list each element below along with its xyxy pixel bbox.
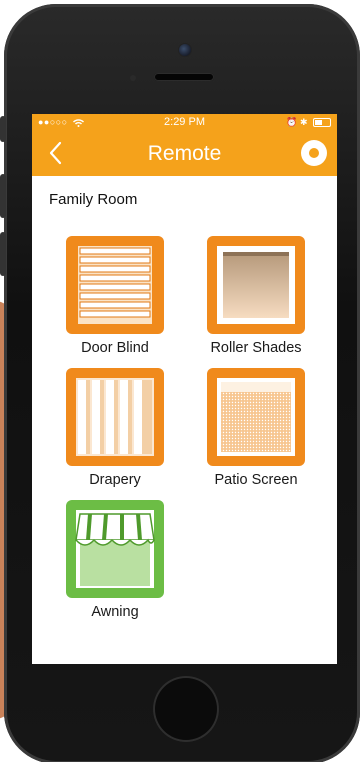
device-tile-drapery[interactable]: Drapery: [49, 368, 181, 488]
page-title: Remote: [147, 142, 222, 165]
device-tile-door-blind[interactable]: Door Blind: [49, 236, 181, 356]
circle-menu-icon: [309, 148, 319, 158]
nav-bar: Remote: [32, 132, 337, 176]
device-tile-roller-shades[interactable]: Roller Shades: [190, 236, 322, 356]
bluetooth-icon: ✱: [299, 117, 308, 127]
status-right: ⏰ ✱: [286, 117, 331, 128]
app-screen: ●●○○○ 2:29 PM ⏰ ✱ Remote Family Room Doo…: [32, 114, 337, 664]
device-label: Patio Screen: [214, 472, 298, 488]
device-tile-awning[interactable]: Awning: [49, 500, 181, 620]
door-blind-icon: [66, 236, 164, 334]
front-camera: [179, 44, 191, 56]
volume-down-button: [0, 232, 6, 276]
photo-stage: ●●○○○ 2:29 PM ⏰ ✱ Remote Family Room Doo…: [0, 0, 360, 762]
settings-button[interactable]: [301, 140, 327, 166]
home-button[interactable]: [153, 676, 219, 742]
proximity-sensor: [130, 75, 136, 81]
alarm-icon: ⏰: [286, 117, 298, 127]
device-tile-patio-screen[interactable]: Patio Screen: [190, 368, 322, 488]
patio-screen-icon: [207, 368, 305, 466]
earpiece-speaker: [154, 73, 214, 81]
device-label: Drapery: [89, 472, 141, 488]
device-label: Roller Shades: [210, 340, 302, 356]
awning-icon: [66, 500, 164, 598]
battery-icon: [313, 118, 331, 128]
device-label: Awning: [91, 604, 139, 620]
drapery-icon: [66, 368, 164, 466]
status-bar: ●●○○○ 2:29 PM ⏰ ✱: [32, 114, 337, 132]
mute-switch: [0, 116, 6, 142]
phone-body: ●●○○○ 2:29 PM ⏰ ✱ Remote Family Room Doo…: [0, 4, 360, 762]
volume-up-button: [0, 174, 6, 218]
roller-shades-icon: [207, 236, 305, 334]
device-label: Door Blind: [81, 340, 149, 356]
room-title: Family Room: [49, 191, 138, 208]
